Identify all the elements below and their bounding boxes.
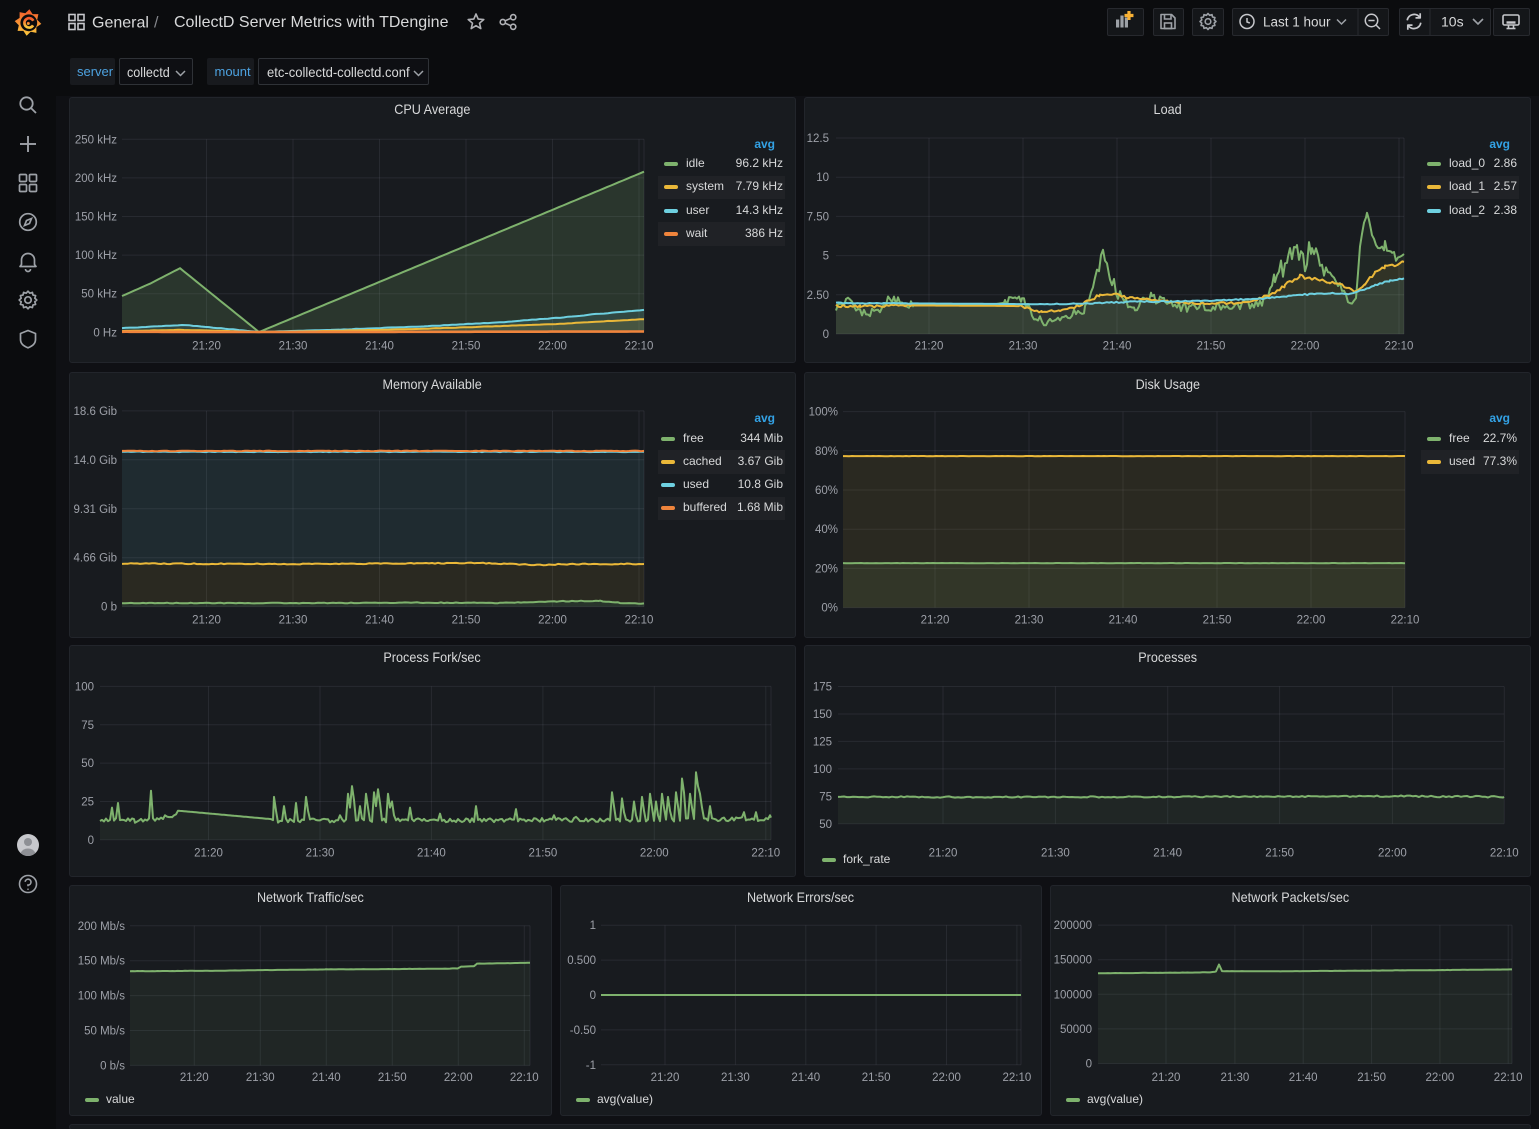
svg-text:10s: 10s [1441, 14, 1464, 30]
svg-text:Last 1 hour: Last 1 hour [1263, 15, 1331, 30]
